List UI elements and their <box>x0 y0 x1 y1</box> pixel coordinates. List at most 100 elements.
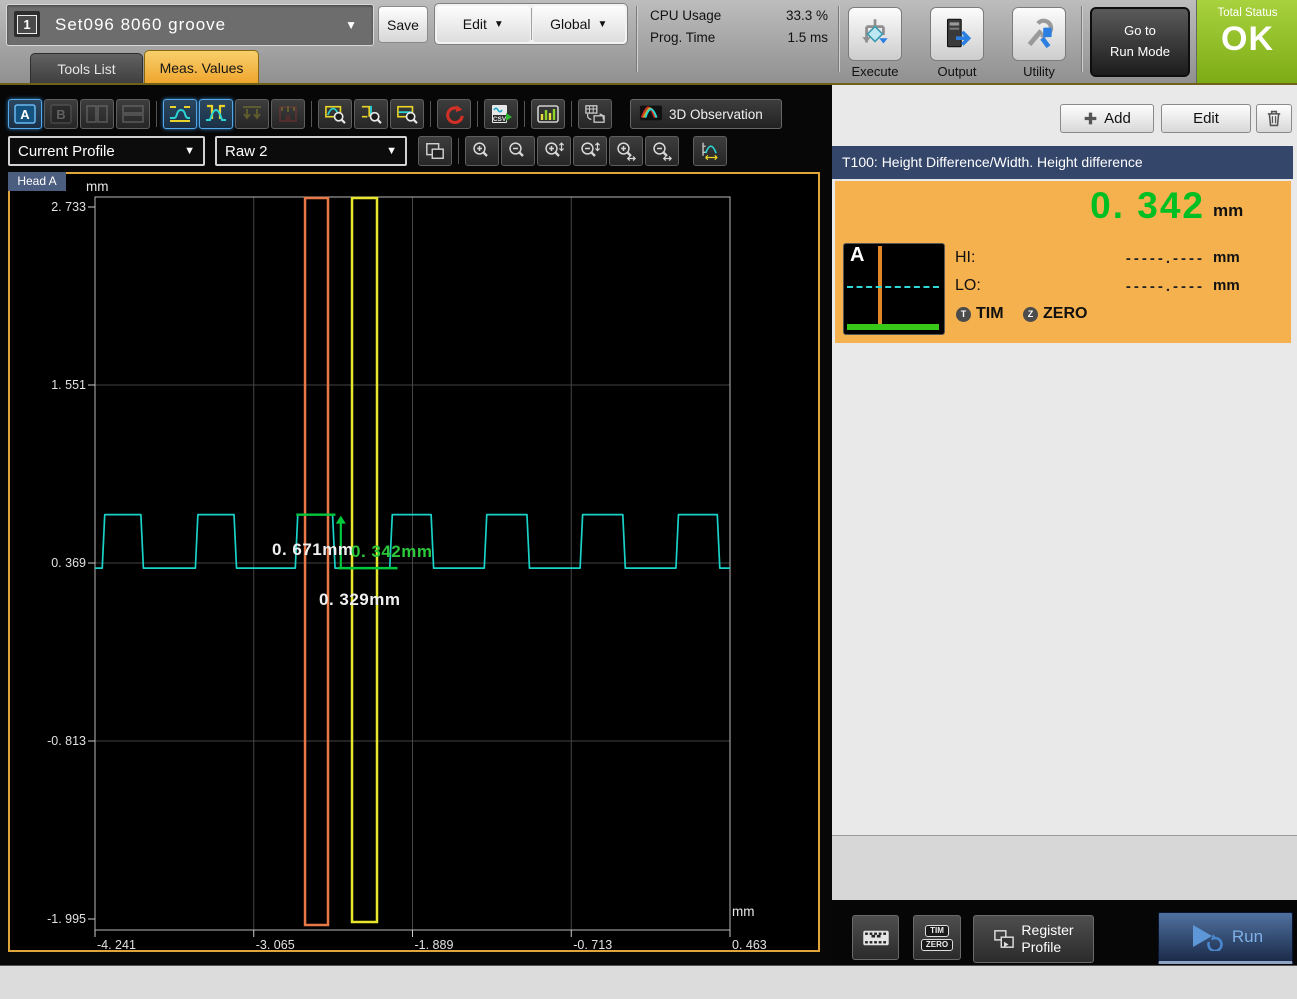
csv-export-button[interactable]: CSV <box>484 99 518 129</box>
zoom-out-vertical-button[interactable] <box>573 136 607 166</box>
zoom-in-button[interactable] <box>465 136 499 166</box>
trend-log-button[interactable] <box>852 915 899 960</box>
total-status-value: OK <box>1197 20 1297 59</box>
display-a-button[interactable]: A <box>8 99 42 129</box>
zoom-in-horizontal-button[interactable] <box>609 136 643 166</box>
x-tick-label: -4. 241 <box>97 938 136 950</box>
cpu-usage-label: CPU Usage <box>650 8 721 23</box>
output-label: Output <box>922 64 992 79</box>
range-compare-icon <box>423 141 447 161</box>
delete-tool-button[interactable] <box>1256 104 1292 133</box>
y-axis-unit: mm <box>86 179 109 194</box>
edit-menu-label: Edit <box>463 16 487 32</box>
profile-source-value: Raw 2 <box>225 143 268 160</box>
hi-label: HI: <box>955 249 975 267</box>
zoom-in-horizontal-icon <box>614 141 638 161</box>
3d-observation-label: 3D Observation <box>669 107 763 122</box>
tool-title-bar[interactable]: T100: Height Difference/Width. Height di… <box>832 146 1293 179</box>
display-mode-select[interactable]: Current Profile ▼ <box>8 136 205 166</box>
toolbar-separator <box>571 101 572 127</box>
divider <box>1081 6 1082 72</box>
split-vertical-button[interactable] <box>80 99 114 129</box>
peak-view-button[interactable] <box>199 99 233 129</box>
profile-view-button[interactable] <box>163 99 197 129</box>
chevron-down-icon: ▼ <box>598 19 608 30</box>
prog-time-label: Prog. Time <box>650 30 715 45</box>
utility-button[interactable] <box>1012 7 1066 61</box>
utility-label: Utility <box>1004 64 1074 79</box>
x-tick-label: -1. 889 <box>415 938 454 950</box>
toolbar-separator <box>430 101 431 127</box>
measurement-value: 0. 342 <box>1005 185 1205 227</box>
thumbnail-status-bar <box>847 324 939 330</box>
3d-observation-button[interactable]: 3D Observation <box>630 99 782 129</box>
measure-annotation-1: 0. 342mm <box>351 542 433 561</box>
svg-text:CSV: CSV <box>493 116 507 123</box>
chevron-down-icon: ▼ <box>386 145 397 157</box>
x-tick-label: -0. 713 <box>573 938 612 950</box>
toolbar-separator <box>156 101 157 127</box>
peak-view-icon <box>204 104 228 124</box>
position-adjust-icon <box>276 104 300 124</box>
thumbnail-head-label: A <box>850 244 864 267</box>
histogram-button[interactable] <box>531 99 565 129</box>
zoom-out-button[interactable] <box>501 136 535 166</box>
hi-unit: mm <box>1213 249 1240 266</box>
zero-indicator-label: ZERO <box>1043 305 1087 323</box>
layout-swap-icon <box>583 104 607 124</box>
zoom-out-icon <box>506 141 530 161</box>
global-menu-label: Global <box>550 16 590 32</box>
program-name: Set096 8060 groove <box>55 15 226 35</box>
tab-meas-values[interactable]: Meas. Values <box>144 50 259 84</box>
edit-menu-button[interactable]: Edit ▼ <box>437 6 530 42</box>
go-to-run-mode-button[interactable]: Go to Run Mode <box>1090 7 1190 77</box>
zoom-in-icon <box>470 141 494 161</box>
display-b-button[interactable]: B <box>44 99 78 129</box>
run-button[interactable]: Run <box>1158 912 1293 964</box>
tab-tools-list[interactable]: Tools List <box>30 53 143 84</box>
toolbar-row-2 <box>418 136 729 166</box>
execute-button[interactable] <box>848 7 902 61</box>
register-profile-button[interactable]: Register Profile <box>973 915 1094 963</box>
profile-source-select[interactable]: Raw 2 ▼ <box>215 136 407 166</box>
measurement-unit: mm <box>1213 201 1243 221</box>
divider <box>838 6 839 72</box>
zero-badge: ZERO <box>921 939 953 951</box>
zoom-out-horizontal-icon <box>650 141 674 161</box>
measurement-card[interactable]: 0. 342 mm A HI: -----.---- mm LO: -----.… <box>835 181 1291 343</box>
scale-fit-button[interactable] <box>693 136 727 166</box>
3d-observation-icon <box>639 103 663 126</box>
position-adjust-button[interactable] <box>271 99 305 129</box>
zoom-vline-button[interactable] <box>354 99 388 129</box>
layout-swap-button[interactable] <box>578 99 612 129</box>
save-button[interactable]: Save <box>378 6 428 43</box>
zoom-in-vertical-button[interactable] <box>537 136 571 166</box>
zero-indicator-icon: Z <box>1023 307 1038 322</box>
split-horizontal-button[interactable] <box>116 99 150 129</box>
output-button[interactable] <box>930 7 984 61</box>
measure-annotation-0: 0. 671mm <box>272 540 354 559</box>
trash-icon <box>1266 110 1282 127</box>
add-tool-button[interactable]: Add <box>1060 104 1154 133</box>
zoom-out-horizontal-button[interactable] <box>645 136 679 166</box>
tim-zero-button[interactable]: TIM ZERO <box>913 915 961 960</box>
panel-footer-band <box>832 835 1297 900</box>
output-icon <box>938 15 976 53</box>
profile-plot-area[interactable]: 2. 7331. 5510. 369-0. 813-1. 995-4. 241-… <box>10 174 818 950</box>
reset-zoom-button[interactable] <box>437 99 471 129</box>
add-tool-label: Add <box>1104 110 1131 127</box>
program-number-badge: 1 <box>14 11 40 37</box>
cpu-usage-value: 33.3 % <box>786 8 828 23</box>
global-menu-button[interactable]: Global ▼ <box>533 6 626 42</box>
measure-marks-button[interactable] <box>235 99 269 129</box>
range-compare-button[interactable] <box>418 136 452 166</box>
measure-arrow-head <box>336 516 346 524</box>
profile-chart[interactable]: Head A 2. 7331. 5510. 369-0. 813-1. 995-… <box>8 172 820 952</box>
toolbar-separator <box>311 101 312 127</box>
total-status-panel: Total Status OK <box>1196 0 1297 84</box>
program-selector[interactable]: 1 Set096 8060 groove ▼ <box>6 4 374 46</box>
edit-tool-button[interactable]: Edit <box>1161 104 1251 133</box>
status-strip <box>0 965 1297 999</box>
zoom-area-button[interactable] <box>318 99 352 129</box>
zoom-hline-button[interactable] <box>390 99 424 129</box>
